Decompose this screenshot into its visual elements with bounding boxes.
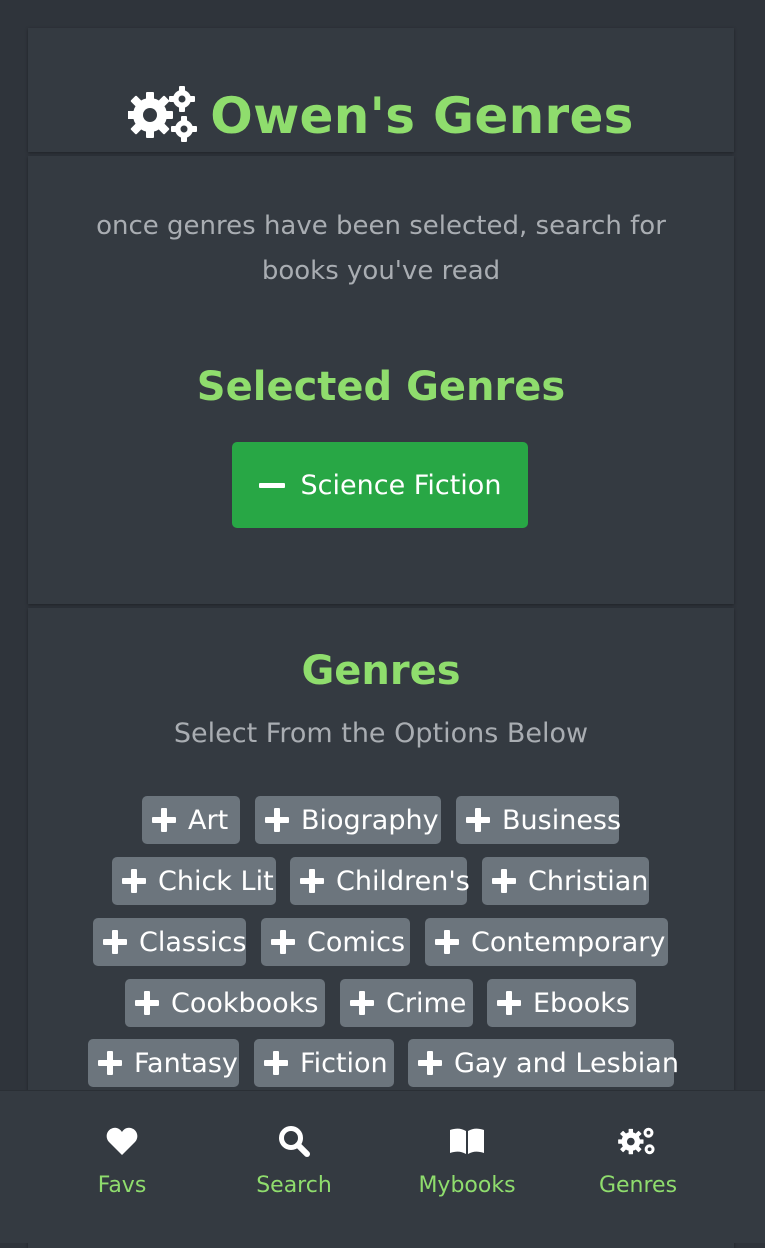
genre-chip-biography[interactable]: Biography [255,796,441,844]
plus-icon [492,869,516,893]
genre-chip-contemporary[interactable]: Contemporary [425,918,668,966]
genre-chip-cookbooks[interactable]: Cookbooks [125,979,325,1027]
genre-chip-christian[interactable]: Christian [482,857,649,905]
page-title-text: Owen's Genres [210,87,634,145]
plus-icon [265,808,289,832]
plus-icon [122,869,146,893]
header: Owen's Genres [28,28,734,152]
genre-chip-classics[interactable]: Classics [93,918,246,966]
nav-label: Mybooks [418,1173,516,1198]
genre-chip-crime[interactable]: Crime [340,979,473,1027]
minus-icon [258,482,285,488]
selected-genres-card: once genres have been selected, search f… [28,156,734,604]
genre-chip-label: Crime [386,987,467,1019]
nav-favs[interactable]: Favs [32,1091,212,1243]
remove-genre-button[interactable]: Science Fiction [232,442,528,528]
genre-chip-label: Contemporary [471,926,666,958]
selected-genre-label: Science Fiction [300,469,502,501]
page-title: Owen's Genres [28,74,734,158]
hint-text: once genres have been selected, search f… [96,211,666,286]
plus-icon [152,808,176,832]
gears-icon [127,85,198,147]
nav-label: Favs [97,1173,147,1198]
genre-chip-label: Ebooks [533,987,630,1019]
genre-chip-label: Biography [301,804,439,836]
search-icon [279,1126,310,1157]
bottom-nav: Favs Search Mybooks Genres [0,1090,765,1243]
plus-icon [300,869,324,893]
genre-chip-art[interactable]: Art [142,796,240,844]
genre-chip-label: Classics [139,926,247,958]
heart-icon [106,1127,138,1155]
page: Owen's Genres once genres have been sele… [0,0,765,1248]
nav-search[interactable]: Search [204,1091,384,1243]
genre-chip-label: Fiction [300,1047,388,1079]
genre-chip-label: Fantasy [134,1047,238,1079]
genre-chip-label: Art [188,804,229,836]
plus-icon [103,930,127,954]
genre-chip-childrens[interactable]: Children's [290,857,470,905]
genre-chip-fantasy[interactable]: Fantasy [88,1039,239,1087]
genre-chip-gay-and-lesbian[interactable]: Gay and Lesbian [408,1039,679,1087]
nav-label: Genres [598,1173,678,1198]
genre-chip-ebooks[interactable]: Ebooks [487,979,636,1027]
plus-icon [350,991,374,1015]
plus-icon [264,1051,288,1075]
genre-chip-chick-lit[interactable]: Chick Lit [112,857,276,905]
nav-label: Search [256,1173,332,1198]
nav-mybooks[interactable]: Mybooks [377,1091,557,1243]
plus-icon [497,991,521,1015]
gears-icon [618,1127,655,1155]
genre-chip-label: Christian [528,865,649,897]
genre-chip-label: Children's [336,865,470,897]
genre-chip-fiction[interactable]: Fiction [254,1039,394,1087]
nav-genres[interactable]: Genres [548,1091,728,1243]
selected-genres-heading: Selected Genres [196,364,566,410]
genre-chip-comics[interactable]: Comics [261,918,410,966]
genre-chip-label: Comics [307,926,406,958]
book-icon [450,1128,484,1154]
genre-chip-business[interactable]: Business [456,796,622,844]
genres-heading: Genres [301,648,461,694]
plus-icon [135,991,159,1015]
plus-icon [418,1051,442,1075]
genres-subtitle: Select From the Options Below [173,718,589,749]
plus-icon [435,930,459,954]
genre-chip-label: Cookbooks [171,987,319,1019]
genre-chip-label: Gay and Lesbian [454,1047,679,1079]
plus-icon [466,808,490,832]
genre-chip-label: Chick Lit [158,865,274,897]
plus-icon [98,1051,122,1075]
plus-icon [271,930,295,954]
genre-chip-label: Business [502,804,622,836]
